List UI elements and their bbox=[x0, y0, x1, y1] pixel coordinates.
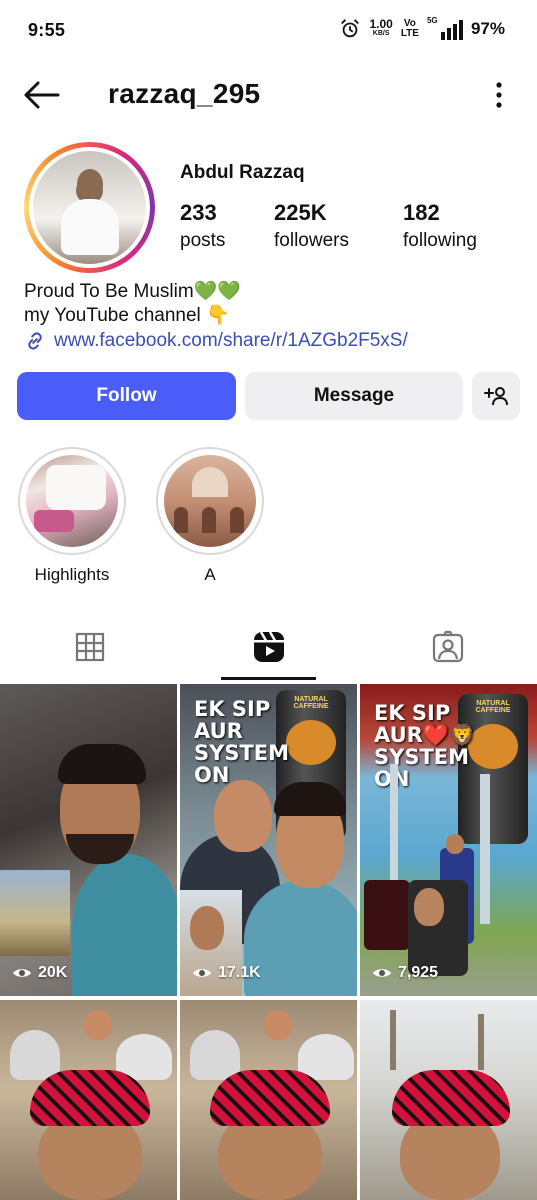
grid-icon bbox=[75, 632, 104, 662]
stat-following[interactable]: 182 following bbox=[403, 200, 477, 252]
followers-label: followers bbox=[274, 230, 349, 251]
tab-grid[interactable] bbox=[0, 612, 179, 682]
reel-views-count: 20K bbox=[38, 964, 68, 981]
signal-icon: 5G bbox=[426, 16, 463, 40]
message-button[interactable]: Message bbox=[245, 372, 463, 420]
reel-views-count: 7,925 bbox=[398, 964, 439, 981]
avatar bbox=[33, 151, 146, 264]
tab-tagged[interactable] bbox=[358, 612, 537, 682]
stat-posts[interactable]: 233 posts bbox=[180, 200, 225, 252]
eye-icon bbox=[373, 969, 391, 977]
eye-icon bbox=[13, 969, 31, 977]
status-bar: 9:55 1.00 KB/S Vo LTE 5G 97% bbox=[0, 0, 537, 62]
stat-followers[interactable]: 225K followers bbox=[274, 200, 349, 252]
highlight-label: A bbox=[204, 565, 216, 584]
net-speed-value: 1.00 bbox=[369, 17, 393, 31]
reel-thumbnail[interactable]: 20K bbox=[0, 684, 177, 996]
link-icon bbox=[28, 332, 42, 350]
alarm-icon bbox=[341, 19, 360, 38]
network-type: 5G bbox=[426, 16, 438, 25]
add-user-button[interactable] bbox=[472, 372, 520, 420]
highlight-label: Highlights bbox=[34, 565, 110, 584]
following-count: 182 bbox=[403, 200, 440, 225]
reels-icon bbox=[253, 631, 284, 662]
profile-header: razzaq_295 bbox=[0, 62, 537, 128]
reel-views-count: 17.1K bbox=[218, 964, 261, 981]
net-speed-unit: KB/S bbox=[372, 30, 390, 37]
profile-tabs bbox=[0, 612, 537, 682]
bio: Proud To Be Muslim💚💚 my YouTube channel … bbox=[24, 280, 241, 328]
reel-thumbnail[interactable]: NATURAL CAFFEINE EK SIP AUR SYSTEM ON 17… bbox=[180, 684, 357, 996]
posts-label: posts bbox=[180, 230, 226, 251]
display-name: Abdul Razzaq bbox=[180, 162, 305, 183]
profile-username: razzaq_295 bbox=[108, 78, 261, 109]
bio-line: my YouTube channel 👇 bbox=[24, 305, 230, 326]
story-ring[interactable] bbox=[24, 142, 155, 273]
link-text[interactable]: www.facebook.com/share/r/1AZGb2F5xS/ bbox=[54, 330, 408, 352]
status-time: 9:55 bbox=[28, 20, 66, 40]
reel-views: 7,925 bbox=[372, 964, 438, 982]
following-label: following bbox=[403, 230, 477, 251]
status-icons: 1.00 KB/S Vo LTE 5G 97% bbox=[339, 16, 505, 40]
highlight-cover bbox=[164, 455, 256, 547]
reel-views: 20K bbox=[12, 964, 67, 982]
reel-thumbnail[interactable] bbox=[0, 1000, 177, 1200]
eye-icon bbox=[193, 969, 211, 977]
bio-line: Proud To Be Muslim💚💚 bbox=[24, 281, 241, 302]
highlight-item[interactable]: A bbox=[156, 447, 264, 585]
battery-level: 97% bbox=[470, 19, 505, 38]
add-person-icon bbox=[484, 387, 508, 406]
reel-overlay-text: EK SIP AUR SYSTEM ON bbox=[194, 697, 290, 787]
tab-reels[interactable] bbox=[179, 612, 358, 682]
highlight-cover bbox=[26, 455, 118, 547]
reel-thumbnail[interactable] bbox=[360, 1000, 537, 1200]
follow-button[interactable]: Follow bbox=[17, 372, 236, 420]
volte-bottom: LTE bbox=[400, 28, 419, 39]
reel-thumbnail[interactable] bbox=[180, 1000, 357, 1200]
network-speed: 1.00 KB/S bbox=[369, 17, 393, 38]
volte-indicator: Vo LTE bbox=[401, 19, 419, 39]
vertical-dots-icon[interactable] bbox=[495, 82, 503, 108]
reel-views: 17.1K bbox=[192, 964, 261, 982]
highlight-item[interactable]: Highlights bbox=[18, 447, 126, 585]
reel-thumbnail[interactable]: NATURAL CAFFEINE EK SIP AUR❤️🦁 SYSTEM ON… bbox=[360, 684, 537, 996]
posts-count: 233 bbox=[180, 200, 217, 225]
arrow-left-icon[interactable] bbox=[22, 80, 60, 110]
bio-link[interactable]: www.facebook.com/share/r/1AZGb2F5xS/ bbox=[24, 330, 408, 352]
tagged-person-icon bbox=[432, 630, 463, 663]
active-tab-indicator bbox=[221, 677, 316, 680]
followers-count: 225K bbox=[274, 200, 327, 225]
